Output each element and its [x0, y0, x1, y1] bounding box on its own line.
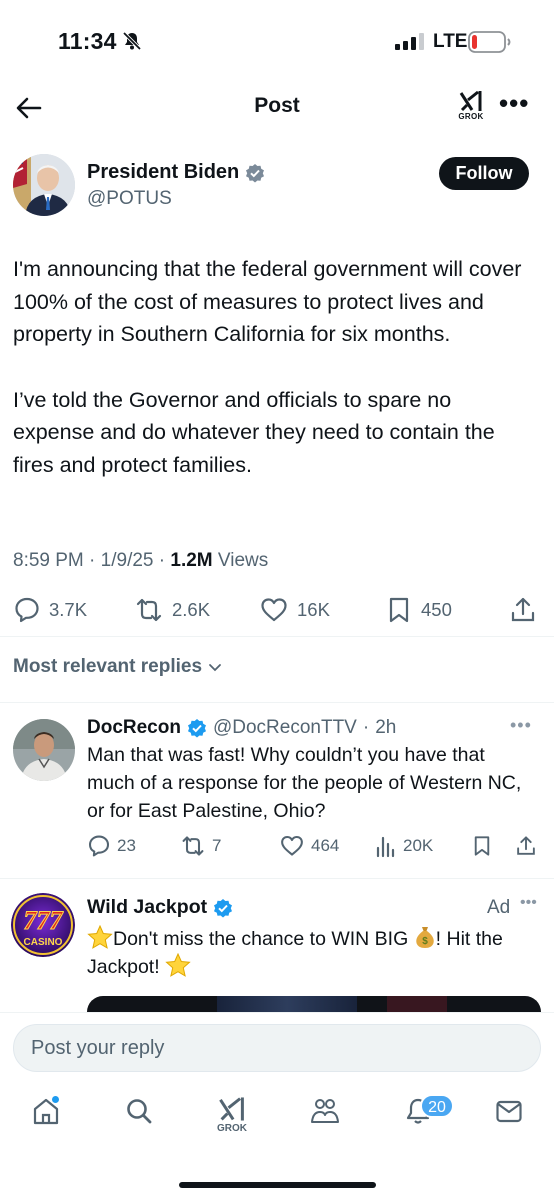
ad-avatar[interactable]: 777 CASINO — [11, 893, 75, 957]
meta-separator: · — [158, 550, 171, 571]
reply-views-count: 20K — [403, 836, 434, 855]
like-button[interactable]: 16K — [259, 596, 330, 624]
home-indicator[interactable] — [179, 1182, 376, 1188]
post-paragraph: I’ve told the Governor and officials to … — [13, 387, 495, 477]
signal-icon — [395, 32, 424, 50]
reply-text: Man that was fast! Why couldn’t you have… — [87, 744, 522, 822]
views-label: Views — [217, 550, 269, 571]
reply-author-name[interactable]: DocRecon — [87, 717, 181, 739]
messages-icon[interactable] — [494, 1096, 524, 1126]
ad-label: Ad — [487, 897, 511, 918]
more-icon[interactable]: ••• — [499, 90, 529, 116]
reply-bookmark-button[interactable] — [471, 834, 493, 858]
notifications-badge: 20 — [420, 1094, 454, 1118]
post-actions: 3.7K 2.6K 16K 450 — [0, 592, 554, 628]
share-icon — [515, 834, 537, 858]
heart-icon — [279, 834, 305, 858]
repost-icon — [134, 596, 164, 624]
chevron-down-icon — [207, 659, 223, 675]
meta-separator: · — [89, 550, 101, 571]
repost-count: 2.6K — [172, 599, 211, 620]
reply-like-button[interactable]: 464 — [279, 834, 339, 858]
bell-slash-icon — [122, 31, 142, 51]
ad-more-icon[interactable]: ••• — [520, 894, 537, 912]
ad-author-name[interactable]: Wild Jackpot — [87, 896, 207, 919]
reply-age: 2h — [375, 717, 397, 738]
verified-badge-icon — [213, 898, 233, 918]
share-icon — [509, 596, 537, 624]
author-name-text: President Biden — [87, 161, 240, 183]
bookmark-button[interactable]: 450 — [385, 596, 452, 624]
author-avatar[interactable] — [13, 154, 75, 216]
author-handle[interactable]: @POTUS — [87, 188, 172, 210]
reply-views-button[interactable]: 20K — [375, 834, 433, 858]
replies-sort-label: Most relevant replies — [13, 656, 203, 677]
bookmark-count: 450 — [421, 599, 452, 620]
communities-icon[interactable] — [309, 1096, 341, 1126]
divider — [0, 702, 554, 703]
post-time[interactable]: 8:59 PM — [13, 550, 84, 571]
ad-text: Don't miss the chance to WIN BIG $! Hit … — [87, 925, 547, 981]
like-count: 16K — [297, 599, 330, 620]
home-unread-dot — [51, 1095, 60, 1104]
reply-repost-button[interactable]: 7 — [180, 834, 221, 858]
author-name[interactable]: President Biden — [87, 161, 265, 184]
divider — [0, 636, 554, 637]
replies-sort-dropdown[interactable]: Most relevant replies — [13, 656, 223, 678]
reply-icon — [87, 834, 111, 858]
repost-icon — [180, 834, 206, 858]
money-bag-icon: $ — [414, 925, 436, 949]
grok-icon — [215, 1094, 249, 1124]
status-bar: 11:34 LTE — [0, 0, 554, 82]
post-date[interactable]: 1/9/25 — [101, 550, 154, 571]
grok-icon — [455, 88, 487, 114]
verified-badge-icon — [245, 163, 265, 183]
ad-text-part-1: Don't miss the chance to WIN BIG — [113, 928, 409, 950]
repost-button[interactable]: 2.6K — [134, 596, 210, 624]
star-icon — [87, 925, 113, 949]
grok-tab-label: GROK — [217, 1123, 247, 1134]
verified-badge-icon — [187, 718, 207, 738]
reply-more-icon[interactable]: ••• — [510, 715, 532, 736]
reply-reply-button[interactable]: 23 — [87, 834, 136, 858]
share-button[interactable] — [509, 596, 537, 624]
bookmark-icon — [471, 834, 493, 858]
reply-like-count: 464 — [311, 836, 340, 855]
ad-avatar-subtext: CASINO — [24, 937, 63, 948]
post-paragraph: I'm announcing that the federal governme… — [13, 257, 522, 346]
bookmark-icon — [385, 596, 413, 624]
post-meta: 8:59 PM · 1/9/25 · 1.2M Views — [13, 550, 268, 572]
status-time: 11:34 — [58, 28, 117, 54]
ad-header: Wild Jackpot — [87, 896, 233, 919]
reply-composer[interactable] — [13, 1024, 541, 1072]
reply-input[interactable] — [14, 1025, 540, 1071]
reply-icon — [13, 596, 41, 624]
battery-low-icon — [468, 31, 512, 53]
reply-share-button[interactable] — [515, 834, 537, 858]
heart-icon — [259, 596, 289, 624]
reply-header: DocRecon @DocReconTTV · 2h — [87, 717, 396, 739]
network-type: LTE — [433, 31, 468, 52]
grok-tab[interactable]: GROK — [215, 1094, 249, 1134]
reply-actions: 23 7 464 20K — [0, 831, 554, 861]
grok-label: GROK — [458, 112, 484, 121]
reply-author-handle[interactable]: @DocReconTTV — [213, 717, 357, 739]
reply-button[interactable]: 3.7K — [13, 596, 87, 624]
reply-count: 3.7K — [49, 599, 88, 620]
search-icon[interactable] — [124, 1096, 154, 1126]
svg-text:$: $ — [422, 936, 428, 947]
reply-repost-count: 7 — [212, 836, 222, 855]
reply-separator: · — [362, 717, 370, 738]
ad-avatar-text: 777 — [24, 906, 64, 935]
reply-avatar[interactable] — [13, 719, 75, 781]
star-icon — [165, 953, 191, 977]
top-header: Post GROK ••• — [0, 82, 554, 134]
views-count[interactable]: 1.2M — [170, 550, 212, 571]
post-body: I'm announcing that the federal governme… — [13, 253, 533, 481]
analytics-icon — [375, 834, 397, 858]
follow-button[interactable]: Follow — [439, 157, 529, 190]
divider — [0, 878, 554, 879]
grok-button[interactable]: GROK — [455, 88, 487, 121]
reply-reply-count: 23 — [117, 836, 136, 855]
